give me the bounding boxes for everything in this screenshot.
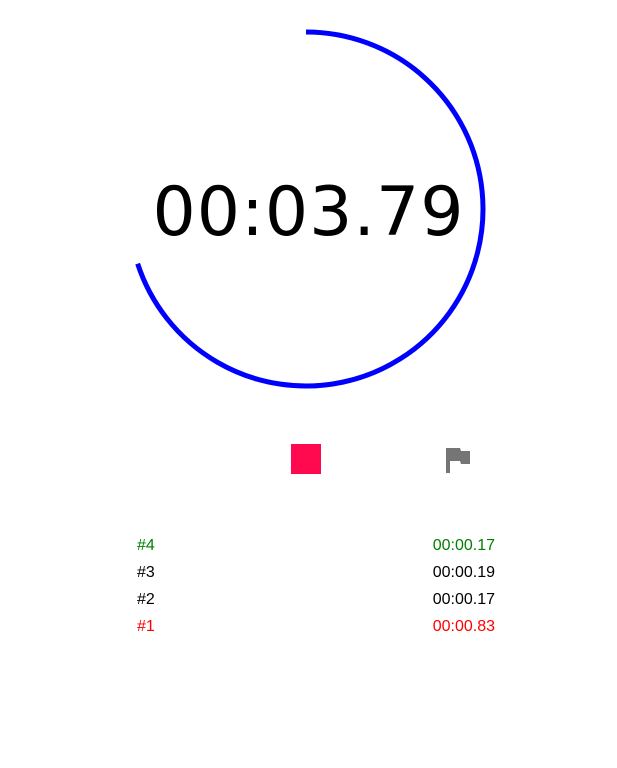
stopwatch: 00:03.79 #4 00:00.17 #3 00:00.19 #2 00:0…: [0, 0, 617, 768]
lap-button[interactable]: [442, 444, 474, 476]
lap-number: #2: [137, 591, 155, 608]
lap-row: #2 00:00.17: [137, 586, 495, 613]
lap-time: 00:00.17: [432, 537, 495, 554]
lap-time: 00:00.19: [432, 564, 495, 581]
lap-row: #3 00:00.19: [137, 559, 495, 586]
elapsed-time: 00:03.79: [152, 173, 465, 252]
lap-number: #4: [137, 537, 155, 554]
lap-list: #4 00:00.17 #3 00:00.19 #2 00:00.17 #1 0…: [137, 532, 495, 640]
stop-button[interactable]: [291, 444, 321, 474]
lap-time: 00:00.83: [432, 618, 495, 635]
lap-time: 00:00.17: [432, 591, 495, 608]
lap-number: #1: [137, 618, 155, 635]
lap-row: #4 00:00.17: [137, 532, 495, 559]
flag-icon: [446, 448, 470, 473]
lap-number: #3: [137, 564, 155, 581]
lap-row: #1 00:00.83: [137, 613, 495, 640]
